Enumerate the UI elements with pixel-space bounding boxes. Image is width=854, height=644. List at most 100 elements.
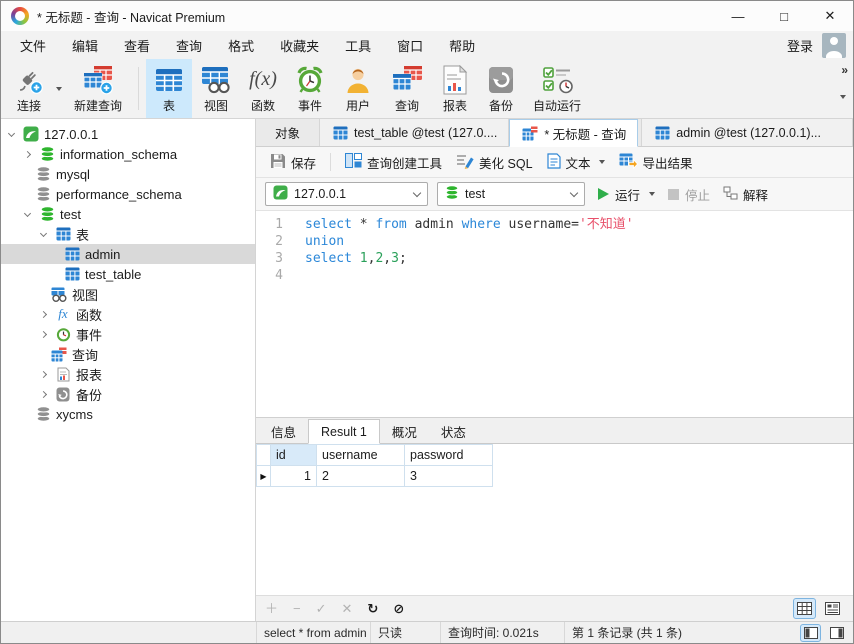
mysql-connection-icon [273,185,288,203]
explain-icon [723,186,738,203]
show-right-pane-button[interactable] [826,624,847,642]
result-tab-info[interactable]: 信息 [259,420,308,443]
tree-item-information-schema[interactable]: information_schema [1,144,255,164]
tree-item-functions-folder[interactable]: fx 函数 [1,304,255,324]
toolbar-events-button[interactable]: 事件 [286,59,334,118]
cell-password[interactable]: 3 [405,466,493,487]
window-controls: — □ ✕ [715,1,853,31]
result-tab-status[interactable]: 状态 [429,420,478,443]
toolbar-new-query-button[interactable]: 新建查询 [65,59,131,118]
database-select[interactable]: test [437,182,585,206]
query-builder-button[interactable]: 查询创建工具 [338,150,449,175]
tab-untitled-query[interactable]: * 无标题 - 查询 [509,119,638,147]
tab-admin-table[interactable]: admin @test (127.0.0.1)... [641,119,853,146]
user-avatar[interactable] [822,33,846,58]
function-icon: f(x) [249,64,277,96]
chevron-right-icon[interactable] [37,372,50,377]
grid-data-row[interactable]: ▶ 1 2 3 [257,466,493,487]
text-dropdown-arrow[interactable] [599,160,605,164]
save-button[interactable]: 保存 [263,150,323,175]
tree-item-xycms[interactable]: xycms [1,404,255,424]
tree-item-mysql[interactable]: mysql [1,164,255,184]
export-result-button[interactable]: 导出结果 [612,150,700,175]
explain-button[interactable]: 解释 [723,185,768,204]
show-left-pane-button[interactable] [800,624,821,642]
column-header-username[interactable]: username [317,445,405,466]
toolbar-automation-button[interactable]: 自动运行 [524,59,590,118]
menu-edit[interactable]: 编辑 [59,32,111,59]
chevron-right-icon[interactable] [37,332,50,337]
line-number: 4 [256,267,292,284]
tree-item-views-folder[interactable]: 视图 [1,284,255,304]
chevron-down-icon[interactable] [5,133,18,136]
tree-item-connection-127001[interactable]: 127.0.0.1 [1,124,255,144]
toolbar-connection-button[interactable]: 连接 [5,59,53,118]
connection-dropdown-arrow[interactable] [53,59,65,118]
toolbar-views-button[interactable]: 视图 [192,59,240,118]
menu-tools[interactable]: 工具 [332,32,384,59]
grid-view-button[interactable] [793,598,816,619]
tree-item-admin-table[interactable]: admin [1,244,255,264]
toolbar-queries-button[interactable]: 查询 [382,59,432,118]
toolbar-overflow-chevron[interactable]: » [841,63,848,77]
backup-icon [54,386,72,402]
connection-select-value: 127.0.0.1 [294,187,346,201]
sql-editor[interactable]: 1 select * from admin where username='不知… [256,211,853,417]
row-selector-header[interactable] [257,445,271,466]
result-tab-profile[interactable]: 概况 [380,420,429,443]
text-mode-button[interactable]: 文本 [540,150,612,175]
menu-view[interactable]: 查看 [111,32,163,59]
tree-item-reports-folder[interactable]: 报表 [1,364,255,384]
tree-item-events-folder[interactable]: 事件 [1,324,255,344]
chevron-right-icon[interactable] [37,392,50,397]
chevron-right-icon[interactable] [21,152,34,157]
result-tab-result1[interactable]: Result 1 [308,419,380,444]
column-header-id[interactable]: id [271,445,317,466]
cell-username[interactable]: 2 [317,466,405,487]
run-button[interactable]: 运行 [598,185,640,204]
line-number: 1 [256,216,292,233]
connection-select[interactable]: 127.0.0.1 [265,182,428,206]
report-icon [54,366,72,382]
run-play-icon [598,188,609,200]
chevron-down-icon[interactable] [21,213,34,216]
toolbar-users-button[interactable]: 用户 [334,59,382,118]
main-toolbar: 连接 新建查询 [1,59,853,119]
cell-id[interactable]: 1 [271,466,317,487]
menu-file[interactable]: 文件 [7,32,59,59]
tree-item-label: performance_schema [56,187,182,202]
menubar: 文件 编辑 查看 查询 格式 收藏夹 工具 窗口 帮助 登录 [1,31,853,59]
beautify-sql-button[interactable]: 美化 SQL [449,150,540,175]
chevron-down-icon[interactable] [37,233,50,236]
refresh-icon[interactable]: ↻ [367,602,378,615]
minimize-button[interactable]: — [715,1,761,31]
toolbar-tables-button[interactable]: 表 [146,59,192,118]
form-view-button[interactable] [821,598,844,619]
maximize-button[interactable]: □ [761,1,807,31]
tree-item-queries-folder[interactable]: 查询 [1,344,255,364]
tab-objects[interactable]: 对象 [256,119,320,146]
tree-item-test-db[interactable]: test [1,204,255,224]
toolbar-backup-button[interactable]: 备份 [478,59,524,118]
menu-window[interactable]: 窗口 [384,32,436,59]
close-button[interactable]: ✕ [807,1,853,31]
toolbar-more-arrow[interactable] [840,99,846,114]
menu-format[interactable]: 格式 [215,32,267,59]
statusbar-query-time: 查询时间: 0.021s [441,622,565,643]
login-button[interactable]: 登录 [778,36,822,55]
tree-item-tables-folder[interactable]: 表 [1,224,255,244]
tree-item-performance-schema[interactable]: performance_schema [1,184,255,204]
tree-item-test-table[interactable]: test_table [1,264,255,284]
menu-favorites[interactable]: 收藏夹 [267,32,332,59]
toolbar-functions-button[interactable]: f(x) 函数 [240,59,286,118]
stop-query-icon[interactable]: ⊘ [393,602,404,615]
chevron-right-icon[interactable] [37,312,50,317]
menu-query[interactable]: 查询 [163,32,215,59]
delete-record-icon: − [293,602,301,615]
menu-help[interactable]: 帮助 [436,32,488,59]
run-dropdown-arrow[interactable] [649,192,655,196]
tab-test-table[interactable]: test_table @test (127.0.... [320,119,509,146]
column-header-password[interactable]: password [405,445,493,466]
tree-item-backup-folder[interactable]: 备份 [1,384,255,404]
toolbar-reports-button[interactable]: 报表 [432,59,478,118]
